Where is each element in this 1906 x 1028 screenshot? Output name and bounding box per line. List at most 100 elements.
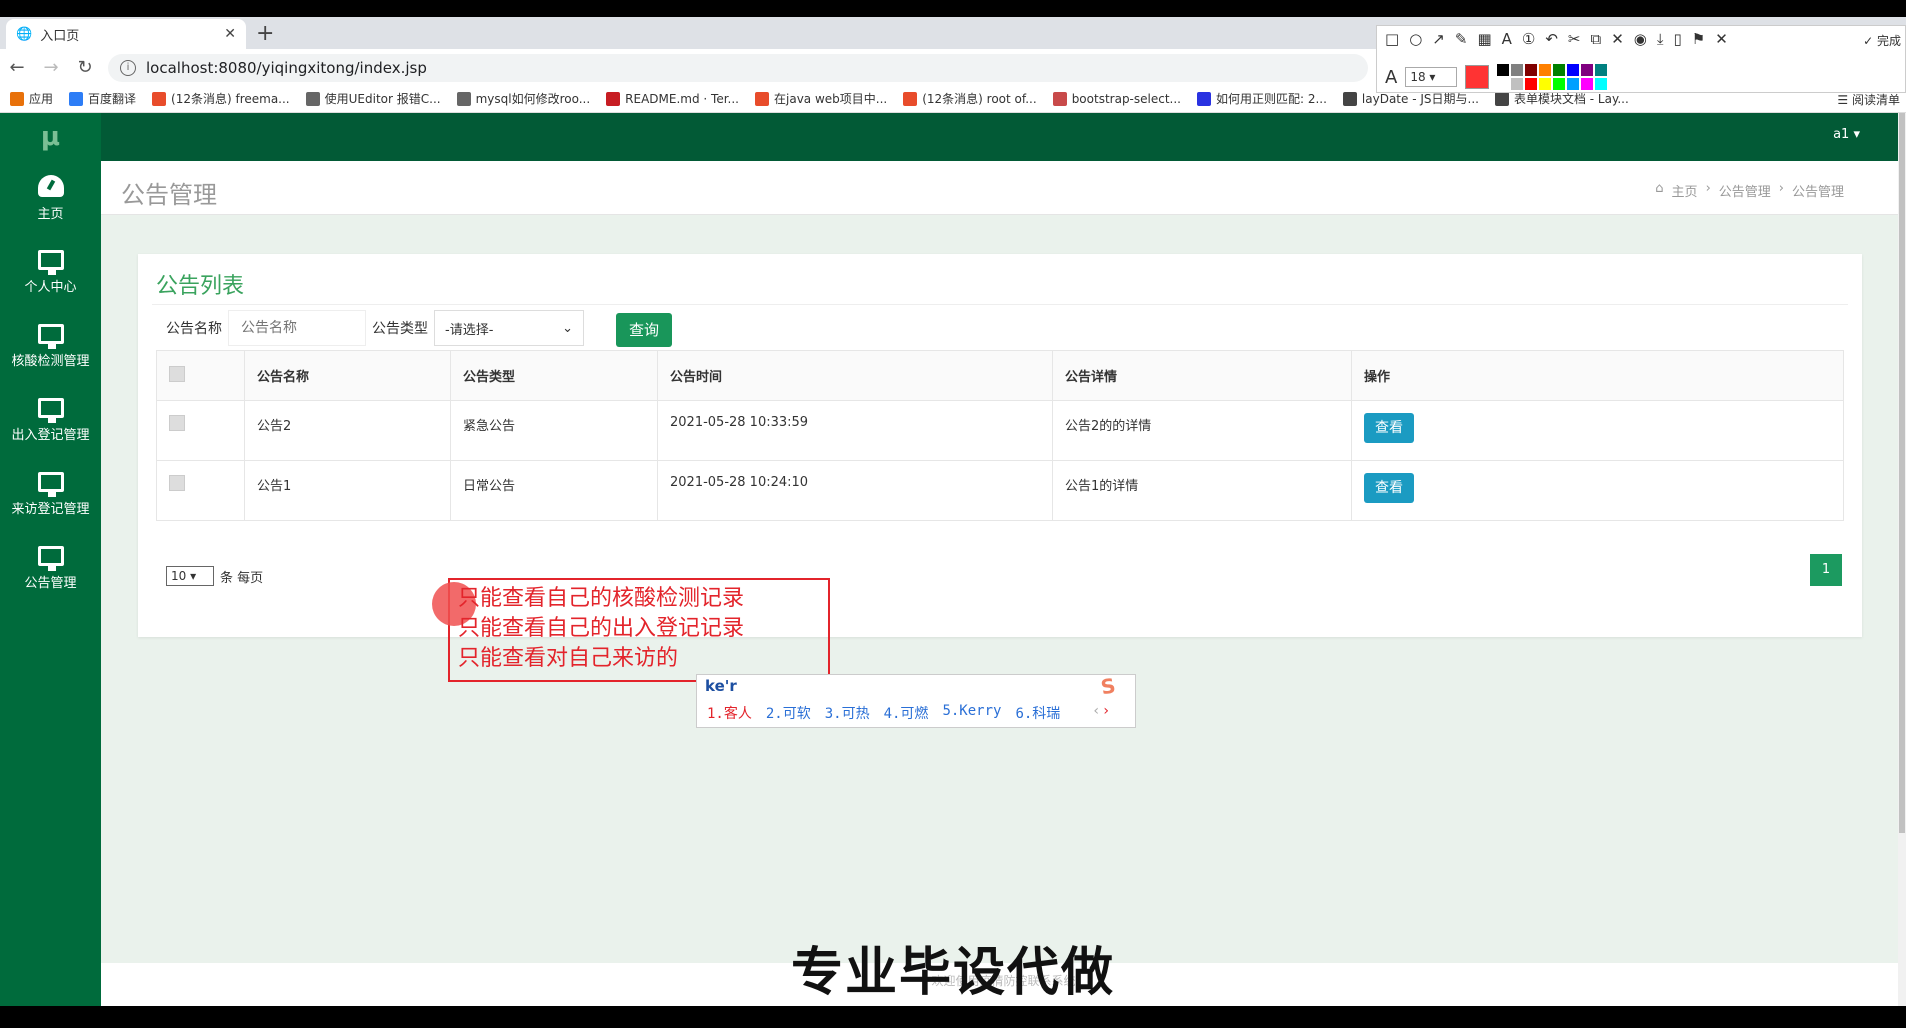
notice-type-select[interactable]: -请选择- ⌄ [434, 310, 584, 346]
user-menu[interactable]: a1 ▾ [1833, 127, 1860, 142]
palette-swatch[interactable] [1497, 64, 1510, 76]
palette-swatch[interactable] [1539, 78, 1552, 90]
sidebar-item[interactable]: 个人中心 [0, 235, 101, 309]
ime-candidate[interactable]: 6.科瑞 [1015, 703, 1060, 723]
text-tool-icon[interactable]: A [1502, 30, 1512, 48]
download-icon[interactable]: ⤓ [1657, 30, 1664, 48]
bookmark-item[interactable]: (12条消息) root of... [903, 90, 1037, 107]
tool-row: □ ○ ↗ ✎ ▦ A ① ↶ ✂ ⧉ ✕ ◉ ⤓ ▯ ⚑ ✕ [1385, 30, 1728, 48]
info-icon[interactable]: i [120, 60, 136, 76]
cell-type: 日常公告 [450, 460, 658, 521]
bookmark-item[interactable]: 百度翻译 [69, 90, 136, 107]
url-field[interactable]: i localhost:8080/yiqingxitong/index.jsp [108, 54, 1368, 82]
view-button[interactable]: 查看 [1364, 473, 1414, 503]
name-label: 公告名称 [166, 321, 222, 337]
watermark: 专业毕设代做 [790, 943, 1115, 1003]
ime-candidate[interactable]: 5.Kerry [942, 703, 1001, 723]
reading-list[interactable]: ☰ 阅读清单 [1831, 91, 1900, 108]
sidebar-item[interactable]: 出入登记管理 [0, 383, 101, 457]
bookmark-label: mysql如何修改roo... [475, 92, 591, 106]
row-checkbox[interactable] [169, 415, 185, 431]
ime-candidate[interactable]: 3.可热 [825, 703, 870, 723]
notice-list-panel: 公告列表 公告名称 公告类型 -请选择- ⌄ 查询 公告名称 公告类型 公告时间… [138, 254, 1862, 637]
tab-title: 入口页 [40, 28, 80, 44]
column-header: 公告名称 [244, 350, 451, 401]
query-button[interactable]: 查询 [616, 313, 672, 347]
palette-swatch[interactable] [1567, 64, 1580, 76]
bookmark-item[interactable]: (12条消息) freema... [152, 90, 290, 107]
palette-swatch[interactable] [1581, 64, 1594, 76]
cell-name: 公告1 [244, 460, 451, 521]
sidebar-item[interactable]: 核酸检测管理 [0, 309, 101, 383]
palette-swatch[interactable] [1511, 64, 1524, 76]
palette-swatch[interactable] [1595, 78, 1608, 90]
palette-swatch[interactable] [1497, 78, 1510, 90]
palette-swatch[interactable] [1511, 78, 1524, 90]
letterbox-bar [0, 1006, 1906, 1028]
sidebar-item[interactable]: 主页 [0, 161, 101, 235]
scrollbar-thumb[interactable] [1899, 113, 1905, 833]
monitor-icon [37, 545, 64, 571]
palette-swatch[interactable] [1553, 64, 1566, 76]
page-arrows-icon[interactable]: ‹ › [1093, 703, 1109, 719]
bookmark-item[interactable]: 在java web项目中... [755, 90, 887, 107]
notice-name-input[interactable] [228, 310, 366, 346]
back-icon[interactable]: ← [0, 57, 34, 78]
record-icon[interactable]: ◉ [1634, 30, 1647, 48]
new-tab-icon[interactable]: + [256, 21, 274, 46]
palette-swatch[interactable] [1581, 78, 1594, 90]
breadcrumb-home[interactable]: 主页 [1672, 181, 1698, 200]
row-checkbox[interactable] [169, 475, 185, 491]
annotation-box: 只能查看自己的核酸检测记录 只能查看自己的出入登记记录 只能查看对自己来访的 [432, 578, 830, 682]
select-all-checkbox[interactable] [169, 365, 185, 382]
rectangle-icon[interactable]: □ [1385, 30, 1399, 48]
page-number-button[interactable]: 1 [1810, 554, 1842, 586]
bookmark-item[interactable]: README.md · Ter... [606, 91, 739, 106]
dashboard-icon [37, 174, 64, 197]
ellipse-icon[interactable]: ○ [1409, 30, 1422, 48]
breadcrumb-item[interactable]: 公告管理 [1719, 181, 1771, 200]
palette-swatch[interactable] [1525, 78, 1538, 90]
save-icon[interactable]: ▯ [1674, 30, 1682, 48]
cancel-icon[interactable]: ✕ [1715, 30, 1728, 48]
done-button[interactable]: ✓ 完成 [1863, 32, 1901, 49]
bookmark-item[interactable]: 使用UEditor 报错C... [305, 90, 441, 107]
copy-icon[interactable]: ⧉ [1591, 30, 1602, 48]
bookmark-icon[interactable]: ⚑ [1692, 30, 1705, 48]
bookmark-label: 百度翻译 [88, 92, 137, 106]
browser-tab[interactable]: 🌐 入口页 ✕ [6, 19, 246, 49]
palette-swatch[interactable] [1539, 64, 1552, 76]
sidebar-item[interactable]: 公告管理 [0, 531, 101, 605]
forward-icon[interactable]: → [34, 57, 68, 78]
palette-swatch[interactable] [1525, 64, 1538, 76]
bookmark-item[interactable]: 应用 [10, 90, 53, 107]
ime-candidate[interactable]: 1.客人 [707, 703, 752, 723]
palette-swatch[interactable] [1595, 64, 1608, 76]
cut-icon[interactable]: ✂ [1568, 30, 1581, 48]
sidebar-item-label: 公告管理 [24, 575, 77, 591]
pin-icon[interactable]: ✕ [1611, 30, 1624, 48]
bookmark-label: 在java web项目中... [774, 92, 888, 106]
arrow-icon[interactable]: ↗ [1432, 30, 1445, 48]
pen-icon[interactable]: ✎ [1455, 30, 1468, 48]
page-size-select[interactable]: 10 ▾ [166, 566, 214, 586]
palette-swatch[interactable] [1553, 78, 1566, 90]
ime-candidate[interactable]: 4.可燃 [884, 703, 929, 723]
palette-swatch[interactable] [1567, 78, 1580, 90]
undo-icon[interactable]: ↶ [1545, 30, 1558, 48]
bookmark-item[interactable]: bootstrap-select... [1052, 91, 1181, 106]
current-color-swatch[interactable] [1465, 65, 1490, 89]
font-size-select[interactable]: 18 ▾ [1405, 67, 1458, 87]
bookmark-favicon-icon [1342, 91, 1357, 106]
mosaic-icon[interactable]: ▦ [1477, 30, 1491, 48]
bookmark-item[interactable]: 如何用正则匹配: 2... [1196, 90, 1327, 107]
cell-time: 2021-05-28 10:33:59 [657, 400, 1053, 461]
bookmark-item[interactable]: mysql如何修改roo... [456, 90, 591, 107]
sidebar-item[interactable]: 来访登记管理 [0, 457, 101, 531]
close-icon[interactable]: ✕ [224, 26, 236, 42]
scrollbar[interactable] [1898, 113, 1906, 1006]
reload-icon[interactable]: ↻ [68, 57, 102, 78]
view-button[interactable]: 查看 [1364, 413, 1414, 443]
ime-candidate[interactable]: 2.可软 [766, 703, 811, 723]
number-icon[interactable]: ① [1522, 30, 1535, 48]
